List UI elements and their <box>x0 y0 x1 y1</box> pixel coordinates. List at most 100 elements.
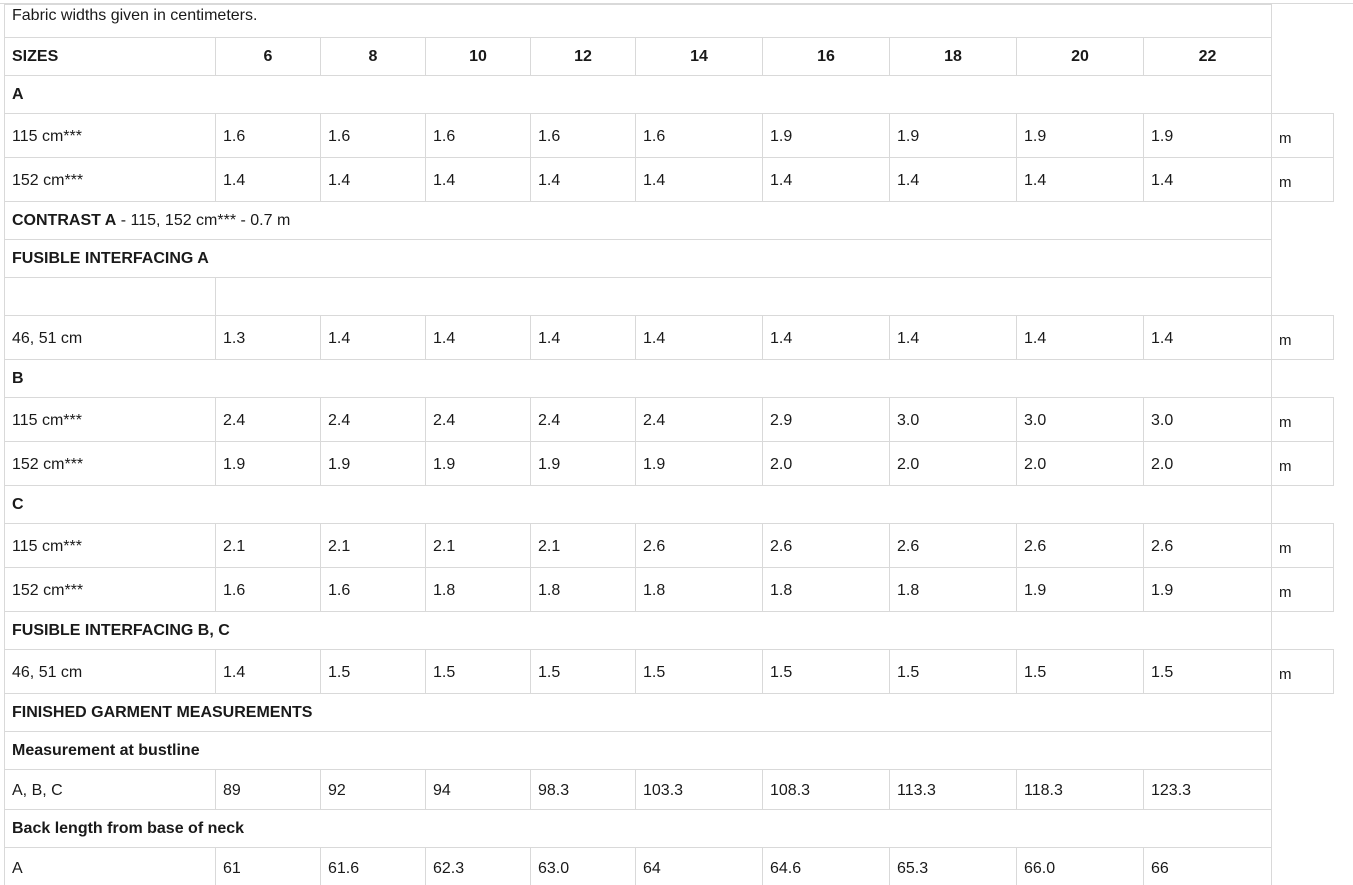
unit-cell: m <box>1271 113 1334 158</box>
value-cell: 89 <box>215 769 321 810</box>
caption-text: Fabric widths given in centimeters. <box>4 4 1272 38</box>
section-row: A <box>4 75 1334 114</box>
header-size: 18 <box>889 37 1017 76</box>
value-cell: 94 <box>425 769 531 810</box>
value-cell: 1.5 <box>530 649 636 694</box>
unit-cell: m <box>1271 157 1334 202</box>
value-cell: 1.6 <box>425 113 531 158</box>
row-label: A <box>4 847 216 885</box>
section-row: FINISHED GARMENT MEASUREMENTS <box>4 693 1334 732</box>
value-cell: 1.4 <box>425 157 531 202</box>
header-size: 10 <box>425 37 531 76</box>
value-cell: 1.4 <box>635 157 763 202</box>
data-row: 152 cm*** 1.6 1.6 1.8 1.8 1.8 1.8 1.8 1.9 1.9 m <box>4 567 1334 612</box>
value-cell: 1.4 <box>320 157 426 202</box>
contrast-row: CONTRAST A - 115, 152 cm*** - 0.7 m <box>4 201 1334 240</box>
value-cell: 113.3 <box>889 769 1017 810</box>
section-row: FUSIBLE INTERFACING A <box>4 239 1334 278</box>
header-size: 20 <box>1016 37 1144 76</box>
value-cell: 103.3 <box>635 769 763 810</box>
value-cell: 1.6 <box>530 113 636 158</box>
value-cell: 1.8 <box>762 567 890 612</box>
section-row: Measurement at bustline <box>4 731 1334 770</box>
value-cell: 2.0 <box>762 441 890 486</box>
row-label: 152 cm*** <box>4 157 216 202</box>
data-row: 115 cm*** 2.1 2.1 2.1 2.1 2.6 2.6 2.6 2.6 2.6 m <box>4 523 1334 568</box>
value-cell: 1.6 <box>215 113 321 158</box>
header-label: SIZES <box>4 37 216 76</box>
section-heading: A <box>4 75 1272 114</box>
value-cell: 62.3 <box>425 847 531 885</box>
value-cell: 3.0 <box>1143 397 1272 442</box>
data-row: 152 cm*** 1.4 1.4 1.4 1.4 1.4 1.4 1.4 1.4 1.4 m <box>4 157 1334 202</box>
data-row: 152 cm*** 1.9 1.9 1.9 1.9 1.9 2.0 2.0 2.0 2.0 m <box>4 441 1334 486</box>
value-cell: 1.5 <box>635 649 763 694</box>
value-cell: 1.4 <box>1016 157 1144 202</box>
empty-cell <box>215 277 1272 316</box>
unit-spacer <box>1272 732 1334 770</box>
value-cell: 1.9 <box>215 441 321 486</box>
data-row: 115 cm*** 1.6 1.6 1.6 1.6 1.6 1.9 1.9 1.9 1.9 m <box>4 113 1334 158</box>
unit-spacer <box>1272 76 1334 114</box>
value-cell: 1.9 <box>889 113 1017 158</box>
value-cell: 2.9 <box>762 397 890 442</box>
value-cell: 1.6 <box>635 113 763 158</box>
row-label: 115 cm*** <box>4 523 216 568</box>
value-cell: 1.4 <box>1016 315 1144 360</box>
caption-row: Fabric widths given in centimeters. <box>4 4 1334 38</box>
value-cell: 64 <box>635 847 763 885</box>
value-cell: 1.4 <box>889 157 1017 202</box>
value-cell: 2.1 <box>215 523 321 568</box>
value-cell: 2.6 <box>1016 523 1144 568</box>
header-size: 8 <box>320 37 426 76</box>
row-label: 152 cm*** <box>4 567 216 612</box>
value-cell: 108.3 <box>762 769 890 810</box>
value-cell: 65.3 <box>889 847 1017 885</box>
yardage-table: Fabric widths given in centimeters. SIZE… <box>4 4 1334 885</box>
value-cell: 1.9 <box>635 441 763 486</box>
unit-spacer <box>1272 810 1334 848</box>
unit-cell: m <box>1271 315 1334 360</box>
section-row: B <box>4 359 1334 398</box>
value-cell: 1.5 <box>1016 649 1144 694</box>
unit-cell: m <box>1271 523 1334 568</box>
unit-spacer <box>1272 240 1334 278</box>
section-heading: B <box>4 359 1272 398</box>
header-row: SIZES 6 8 10 12 14 16 18 20 22 <box>4 37 1334 76</box>
section-heading: Back length from base of neck <box>4 809 1272 848</box>
value-cell: 1.4 <box>762 157 890 202</box>
row-label: 152 cm*** <box>4 441 216 486</box>
value-cell: 1.4 <box>530 157 636 202</box>
page: Fabric widths given in centimeters. SIZE… <box>0 0 1353 885</box>
value-cell: 1.5 <box>762 649 890 694</box>
data-row: A, B, C 89 92 94 98.3 103.3 108.3 113.3 118.3 123… <box>4 769 1334 810</box>
contrast-note: CONTRAST A - 115, 152 cm*** - 0.7 m <box>4 201 1272 240</box>
unit-spacer <box>1272 278 1334 316</box>
value-cell: 2.6 <box>762 523 890 568</box>
value-cell: 1.4 <box>530 315 636 360</box>
value-cell: 1.4 <box>320 315 426 360</box>
value-cell: 1.6 <box>320 113 426 158</box>
value-cell: 61 <box>215 847 321 885</box>
data-row: 46, 51 cm 1.3 1.4 1.4 1.4 1.4 1.4 1.4 1.4 1.4 m <box>4 315 1334 360</box>
value-cell: 66.0 <box>1016 847 1144 885</box>
unit-cell: m <box>1271 567 1334 612</box>
value-cell: 1.4 <box>762 315 890 360</box>
section-heading: FUSIBLE INTERFACING B, C <box>4 611 1272 650</box>
data-row: A 61 61.6 62.3 63.0 64 64.6 65.3 66.0 66 <box>4 847 1334 885</box>
value-cell: 1.9 <box>425 441 531 486</box>
unit-spacer <box>1272 770 1334 810</box>
value-cell: 2.4 <box>635 397 763 442</box>
row-label: 115 cm*** <box>4 397 216 442</box>
value-cell: 118.3 <box>1016 769 1144 810</box>
row-label: 46, 51 cm <box>4 649 216 694</box>
value-cell: 123.3 <box>1143 769 1272 810</box>
header-size: 22 <box>1143 37 1272 76</box>
value-cell: 2.0 <box>1143 441 1272 486</box>
value-cell: 2.4 <box>215 397 321 442</box>
value-cell: 2.4 <box>425 397 531 442</box>
value-cell: 2.4 <box>530 397 636 442</box>
empty-row <box>4 277 1334 316</box>
value-cell: 1.8 <box>889 567 1017 612</box>
unit-spacer <box>1272 202 1334 240</box>
